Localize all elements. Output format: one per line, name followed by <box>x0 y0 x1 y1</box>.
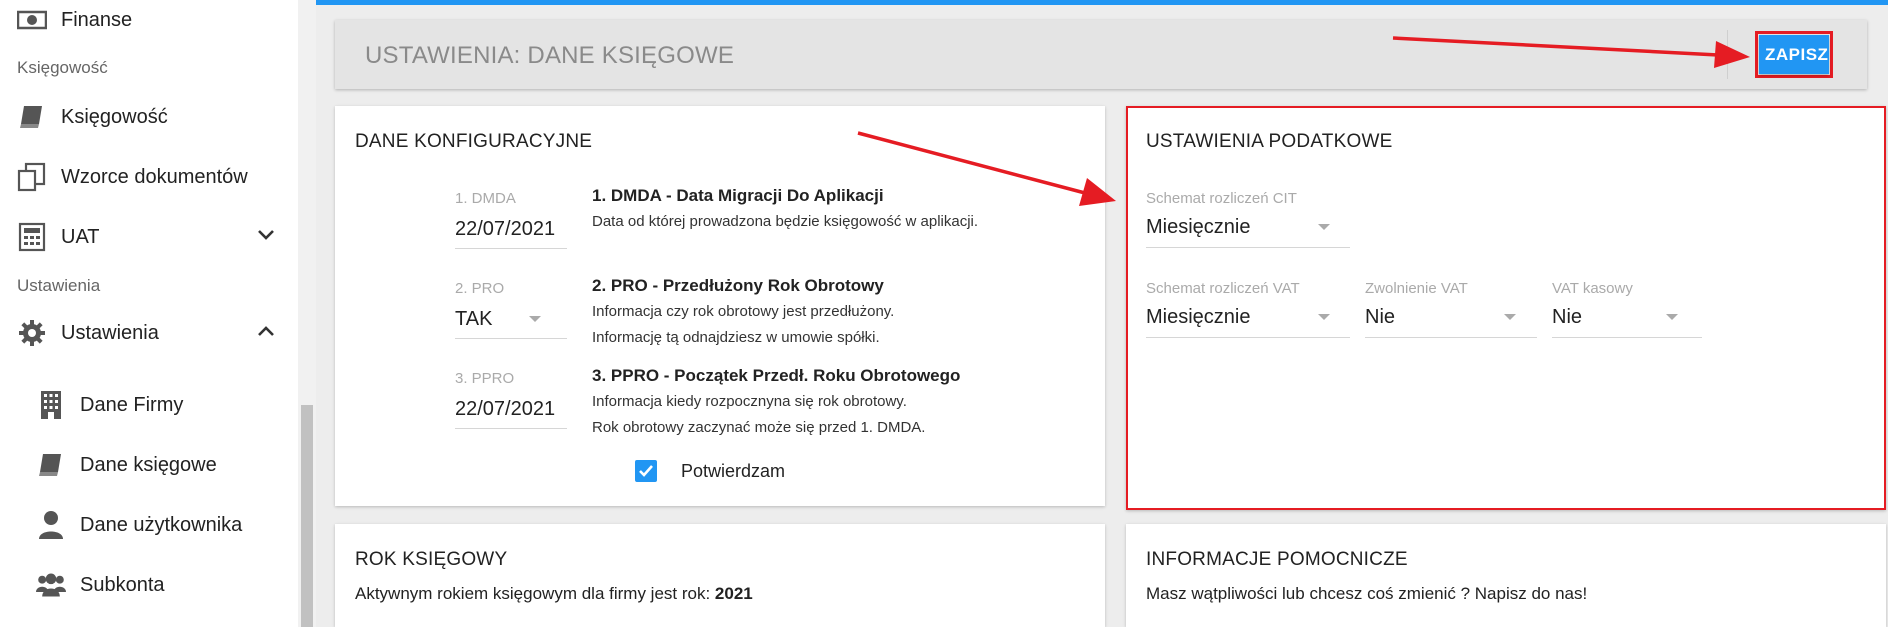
sidebar-item-label: Dane Firmy <box>80 393 184 416</box>
gear-icon <box>17 318 47 348</box>
year-value: 2021 <box>714 584 753 603</box>
vat-cash-label: VAT kasowy <box>1552 280 1633 297</box>
help-text: Masz wątpliwości lub chcesz coś zmienić … <box>1146 584 1588 603</box>
sidebar-item-ksiegowosc[interactable]: Księgowość <box>17 102 168 132</box>
vat-underline <box>1146 337 1350 338</box>
sidebar-item-ustawienia[interactable]: Ustawienia <box>17 318 275 348</box>
book-icon <box>17 102 47 132</box>
help-card-title: INFORMACJE POMOCNICZE <box>1146 549 1408 570</box>
cit-label: Schemat rozliczeń CIT <box>1146 190 1297 207</box>
chevron-down-icon[interactable] <box>529 316 541 322</box>
sidebar-scrollbar-thumb[interactable] <box>301 405 313 627</box>
sidebar-item-label: Ustawienia <box>61 321 159 344</box>
sidebar-item-label: Dane księgowe <box>80 453 217 476</box>
ppro-underline <box>455 428 567 429</box>
ppro-label: 3. PPRO <box>455 370 515 387</box>
check-icon <box>639 465 653 477</box>
sidebar-item-label: Finanse <box>61 8 133 31</box>
ppro-desc-line: Informacja kiedy rozpocznyna się rok obr… <box>592 393 907 410</box>
calculator-icon <box>17 222 47 252</box>
config-card: DANE KONFIGURACYJNE 1. DMDA 22/07/2021 1… <box>335 106 1105 506</box>
pro-desc-line: Informację tą odnajdziesz w umowie spółk… <box>592 329 880 346</box>
user-icon <box>36 510 66 540</box>
confirm-label: Potwierdzam <box>681 461 786 481</box>
dmda-desc-title: 1. DMDA - Data Migracji Do Aplikacji <box>592 186 884 205</box>
chevron-down-icon[interactable] <box>257 228 275 246</box>
vat-cash-select[interactable]: Nie <box>1552 306 1582 329</box>
dmda-label: 1. DMDA <box>455 190 516 207</box>
vat-exempt-select[interactable]: Nie <box>1365 306 1395 329</box>
sidebar-item-dane-ksiegowe[interactable]: Dane księgowe <box>36 450 217 480</box>
page-header: USTAWIENIA: DANE KSIĘGOWE ZAPISZ <box>335 20 1867 89</box>
year-card: ROK KSIĘGOWY Aktywnym rokiem księgowym d… <box>335 524 1105 627</box>
chevron-down-icon[interactable] <box>1318 314 1330 320</box>
book-icon <box>36 450 66 480</box>
sidebar-item-label: Wzorce dokumentów <box>61 165 248 188</box>
documents-icon <box>17 162 47 192</box>
year-card-title: ROK KSIĘGOWY <box>355 549 508 570</box>
page-title: USTAWIENIA: DANE KSIĘGOWE <box>365 42 735 69</box>
dmda-underline <box>455 248 567 249</box>
building-icon <box>36 390 66 420</box>
header-divider <box>1727 30 1728 79</box>
section-label-ksiegowosc: Księgowość <box>17 58 108 77</box>
pro-underline <box>455 338 567 339</box>
vat-select[interactable]: Miesięcznie <box>1146 306 1250 329</box>
ppro-desc-line: Rok obrotowy zaczynać może się przed 1. … <box>592 419 926 436</box>
cit-underline <box>1146 247 1350 248</box>
vat-exempt-underline <box>1365 337 1537 338</box>
pro-select[interactable]: TAK <box>455 308 492 331</box>
sidebar-item-uat[interactable]: UAT <box>17 222 275 252</box>
tax-card: USTAWIENIA PODATKOWE Schemat rozliczeń C… <box>1126 106 1886 510</box>
ppro-desc-title: 3. PPRO - Początek Przedł. Roku Obrotowe… <box>592 366 961 385</box>
vat-cash-underline <box>1552 337 1702 338</box>
sidebar-item-label: Dane użytkownika <box>80 513 243 536</box>
confirm-checkbox[interactable] <box>635 460 657 482</box>
sidebar-item-wzorce[interactable]: Wzorce dokumentów <box>17 162 248 192</box>
dmda-desc-line: Data od której prowadzona będzie księgow… <box>592 213 979 230</box>
section-label-ustawienia: Ustawienia <box>17 276 101 295</box>
chevron-down-icon[interactable] <box>1504 314 1516 320</box>
help-card: INFORMACJE POMOCNICZE Masz wątpliwości l… <box>1126 524 1886 627</box>
money-icon <box>17 5 47 35</box>
tax-card-title: USTAWIENIA PODATKOWE <box>1146 131 1393 152</box>
pro-label: 2. PRO <box>455 280 505 297</box>
config-card-title: DANE KONFIGURACYJNE <box>355 131 593 152</box>
sidebar-item-label: UAT <box>61 225 100 248</box>
chevron-down-icon[interactable] <box>1666 314 1678 320</box>
top-accent-line <box>316 0 1888 5</box>
year-text: Aktywnym rokiem księgowym dla firmy jest… <box>355 584 753 604</box>
sidebar-item-dane-uzytkownika[interactable]: Dane użytkownika <box>36 510 242 540</box>
sidebar-item-dane-firmy[interactable]: Dane Firmy <box>36 390 183 420</box>
sidebar-item-label: Księgowość <box>61 105 168 128</box>
sidebar: Finanse Księgowość Księgowość Wzorce dok… <box>0 0 299 627</box>
sidebar-item-subkonta[interactable]: Subkonta <box>36 570 165 600</box>
sidebar-item-finanse[interactable]: Finanse <box>17 5 132 35</box>
vat-exempt-label: Zwolnienie VAT <box>1365 280 1468 297</box>
sidebar-item-label: Subkonta <box>80 573 165 596</box>
save-button[interactable]: ZAPISZ <box>1759 35 1829 74</box>
cit-select[interactable]: Miesięcznie <box>1146 216 1250 239</box>
ppro-input[interactable]: 22/07/2021 <box>455 398 555 421</box>
dmda-input[interactable]: 22/07/2021 <box>455 218 555 241</box>
pro-desc-line: Informacja czy rok obrotowy jest przedłu… <box>592 303 895 320</box>
year-text-label: Aktywnym rokiem księgowym dla firmy jest… <box>355 584 711 603</box>
users-icon <box>36 570 66 600</box>
pro-desc-title: 2. PRO - Przedłużony Rok Obrotowy <box>592 276 884 295</box>
chevron-up-icon[interactable] <box>257 324 275 342</box>
vat-label: Schemat rozliczeń VAT <box>1146 280 1300 297</box>
chevron-down-icon[interactable] <box>1318 224 1330 230</box>
